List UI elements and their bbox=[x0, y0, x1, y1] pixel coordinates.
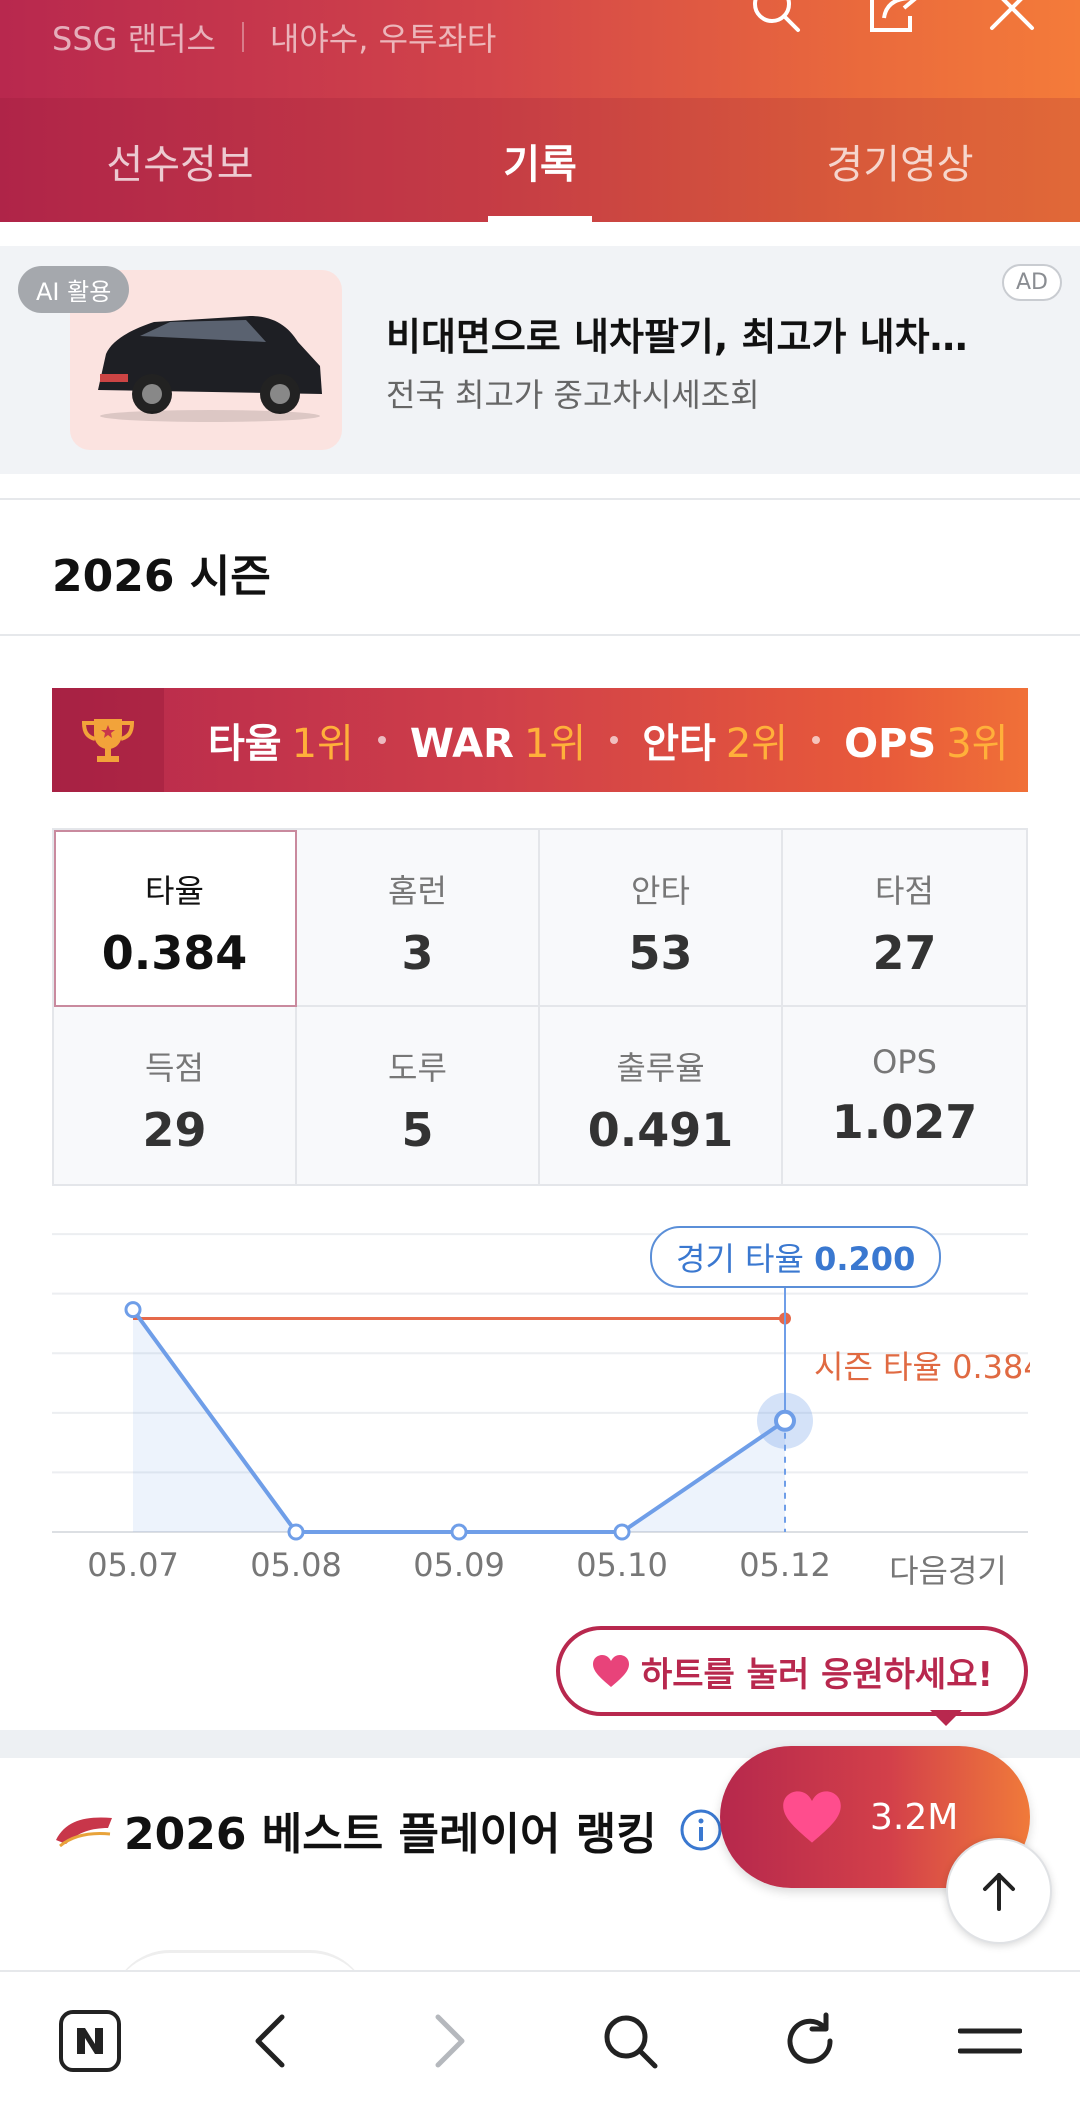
ranking-list: 타율 1위 WAR 1위 안타 2위 OPS 3위 bbox=[208, 688, 1008, 792]
x-tick-label: 05.12 bbox=[739, 1546, 831, 1584]
ranking-banner[interactable]: 타율 1위 WAR 1위 안타 2위 OPS 3위 bbox=[52, 688, 1028, 792]
data-point bbox=[774, 1409, 796, 1432]
stat-cell-sb[interactable]: 도루 5 bbox=[297, 1007, 540, 1184]
separator bbox=[241, 22, 244, 52]
stat-cell-ops[interactable]: OPS 1.027 bbox=[783, 1007, 1026, 1184]
best-player-header: 2026 베스트 플레이어 랭킹 bbox=[52, 1790, 723, 1870]
search-icon[interactable] bbox=[748, 0, 804, 36]
back-icon bbox=[255, 2014, 285, 2067]
refresh-icon bbox=[787, 2012, 833, 2064]
data-point bbox=[450, 1523, 468, 1541]
cheer-count: 3.2M bbox=[870, 1796, 959, 1838]
player-tabs: 선수정보 기록 경기영상 bbox=[0, 98, 1080, 222]
stat-cell-rbi[interactable]: 타점 27 bbox=[783, 830, 1026, 1007]
ad-banner[interactable]: AI 활용 AD 비대면으로 내차팔기, 최고가 내차… 전국 최고가 중고차시… bbox=[0, 246, 1080, 474]
refresh-button[interactable] bbox=[765, 1996, 855, 2086]
divider bbox=[0, 634, 1080, 636]
best-player-title: 2026 베스트 플레이어 랭킹 bbox=[124, 1809, 657, 1860]
stat-cell-runs[interactable]: 득점 29 bbox=[54, 1007, 297, 1184]
player-header: SSG 랜더스 내야수, 우투좌타 선수정보 기록 경기영상 bbox=[0, 0, 1080, 222]
batting-avg-chart[interactable]: 경기 타율 0.200 시즌 타율 0.384 05.07 05.08 05.09 0… bbox=[0, 1210, 1080, 1610]
stat-cell-hits[interactable]: 안타 53 bbox=[540, 830, 783, 1007]
x-tick-label: 05.09 bbox=[413, 1546, 505, 1584]
landers-logo-icon bbox=[56, 1817, 112, 1848]
menu-icon bbox=[958, 2028, 1022, 2053]
data-point bbox=[124, 1301, 142, 1319]
player-position: 내야수, 우투좌타 bbox=[269, 20, 497, 58]
search-icon bbox=[604, 2015, 658, 2068]
game-avg-tooltip: 경기 타율 0.200 bbox=[650, 1226, 942, 1288]
ranking-item: WAR 1위 bbox=[409, 721, 587, 767]
close-icon[interactable] bbox=[984, 0, 1040, 36]
x-tick-label: 05.10 bbox=[576, 1546, 668, 1584]
arrow-up-icon bbox=[983, 1873, 1015, 1911]
stat-cell-obp[interactable]: 출루율 0.491 bbox=[540, 1007, 783, 1184]
back-button[interactable] bbox=[225, 1996, 315, 2086]
forward-icon bbox=[435, 2014, 465, 2067]
cheer-prompt-bubble[interactable]: 하트를 눌러 응원하세요! bbox=[556, 1626, 1028, 1716]
ranking-item: OPS 3위 bbox=[844, 721, 1009, 767]
data-point bbox=[613, 1523, 631, 1541]
cheer-prompt-text: 하트를 눌러 응원하세요! bbox=[641, 1654, 993, 1695]
ad-title[interactable]: 비대면으로 내차팔기, 최고가 내차… bbox=[386, 306, 996, 361]
header-actions bbox=[748, 0, 1040, 36]
season-title: 2026 시즌 bbox=[52, 551, 271, 602]
app-root: SSG 랜더스 내야수, 우투좌타 선수정보 기록 경기영상 AI 활용 AD … bbox=[0, 0, 1080, 2109]
info-icon[interactable] bbox=[679, 1808, 723, 1852]
active-tab-indicator bbox=[488, 216, 592, 222]
stats-grid: 타율 0.384 홈런 3 안타 53 타점 27 득점 29 도루 5 출루율 0.491 … bbox=[52, 828, 1028, 1186]
x-tick-label: 05.07 bbox=[87, 1546, 179, 1584]
tab-game-videos[interactable]: 경기영상 bbox=[720, 98, 1080, 222]
dot-separator bbox=[610, 736, 619, 744]
tab-player-info[interactable]: 선수정보 bbox=[0, 98, 360, 222]
trophy-icon bbox=[52, 688, 164, 792]
data-point bbox=[287, 1523, 305, 1541]
team-name[interactable]: SSG 랜더스 bbox=[52, 14, 216, 60]
player-subinfo: SSG 랜더스 내야수, 우투좌타 bbox=[52, 14, 496, 60]
search-button[interactable] bbox=[585, 1996, 675, 2086]
ranking-item: 안타 2위 bbox=[642, 721, 789, 767]
tab-records[interactable]: 기록 bbox=[360, 98, 720, 222]
naver-icon bbox=[59, 2009, 121, 2072]
dot-separator bbox=[812, 736, 821, 744]
share-icon[interactable] bbox=[866, 0, 922, 36]
series-area bbox=[133, 1309, 785, 1532]
ai-badge: AI 활용 bbox=[18, 266, 130, 313]
bubble-tail bbox=[930, 1710, 962, 1726]
heart-icon bbox=[593, 1655, 629, 1687]
ad-description[interactable]: 전국 최고가 중고차시세조회 bbox=[386, 370, 760, 416]
ad-badge[interactable]: AD bbox=[1002, 264, 1062, 301]
browser-toolbar bbox=[0, 1970, 1080, 2109]
divider bbox=[0, 498, 1080, 500]
stat-cell-avg[interactable]: 타율 0.384 bbox=[54, 830, 297, 1007]
stat-cell-hr[interactable]: 홈런 3 bbox=[297, 830, 540, 1007]
x-tick-label: 05.08 bbox=[250, 1546, 342, 1584]
menu-button[interactable] bbox=[945, 1996, 1035, 2086]
forward-button[interactable] bbox=[405, 1996, 495, 2086]
x-tick-label: 다음경기 bbox=[889, 1552, 1007, 1590]
dot-separator bbox=[377, 736, 386, 744]
naver-home-button[interactable] bbox=[45, 1996, 135, 2086]
scroll-top-button[interactable] bbox=[946, 1838, 1052, 1944]
heart-icon bbox=[783, 1791, 841, 1843]
season-avg-label: 시즌 타율 0.384 bbox=[814, 1348, 1030, 1386]
ranking-item: 타율 1위 bbox=[208, 721, 354, 767]
